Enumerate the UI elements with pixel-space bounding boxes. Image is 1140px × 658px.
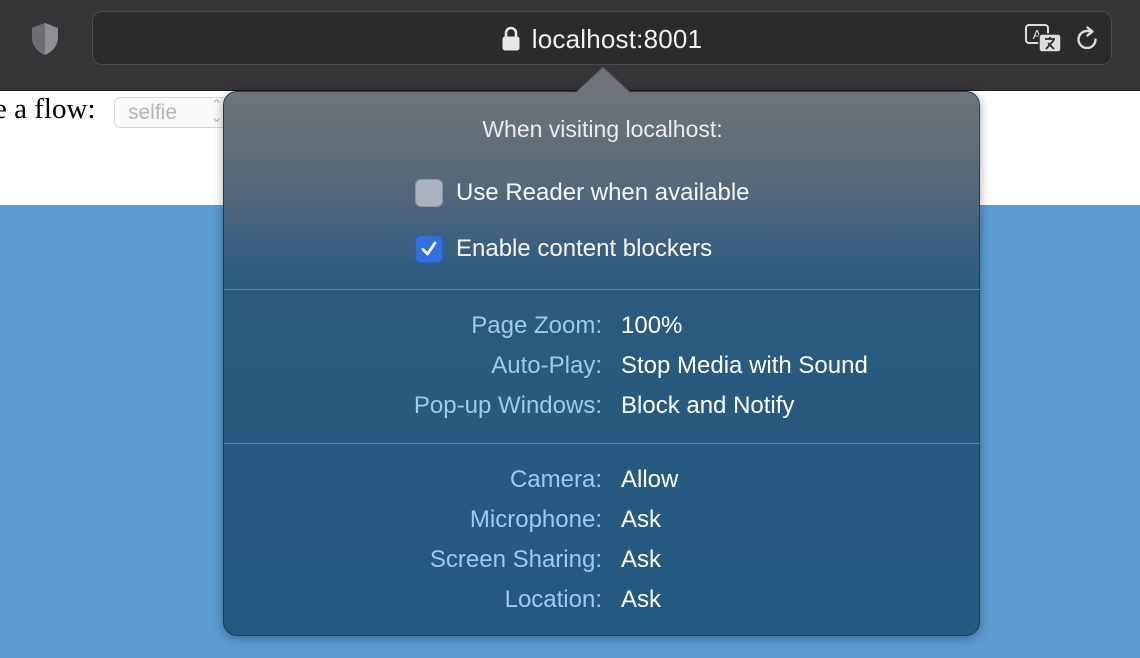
content-blockers-checkbox-label: Enable content blockers (456, 235, 713, 262)
flow-select-value: selfie (128, 101, 178, 124)
auto-play-value[interactable]: Stop Media with Sound (621, 352, 868, 380)
site-settings-popover: When visiting localhost: Use Reader when… (223, 91, 981, 636)
reader-checkbox-label: Use Reader when available (456, 179, 750, 206)
setting-row-popup-windows: Pop-up Windows: Block and Notify (224, 392, 981, 424)
flow-select[interactable]: selfie ⌃ ⌄ (114, 97, 232, 128)
location-value[interactable]: Ask (621, 586, 661, 614)
section-divider (224, 443, 981, 444)
permission-label: Screen Sharing: (429, 546, 602, 573)
address-bar[interactable]: localhost:8001 A (92, 11, 1112, 65)
url-text[interactable]: localhost:8001 (532, 24, 702, 55)
setting-label: Auto-Play: (491, 352, 602, 379)
permission-row-location: Location: Ask (224, 586, 981, 618)
browser-toolbar: localhost:8001 A (0, 0, 1140, 91)
popover-arrow (575, 66, 631, 94)
content-blockers-checkbox[interactable] (415, 235, 443, 263)
section-divider (224, 289, 981, 290)
popover-title: When visiting localhost: (482, 116, 723, 142)
reload-icon[interactable] (1073, 25, 1101, 53)
permission-label: Camera: (509, 466, 602, 493)
camera-value[interactable]: Allow (621, 466, 678, 494)
chevron-updown-icon: ⌃ ⌄ (210, 97, 223, 126)
permission-label: Microphone: (469, 506, 602, 533)
setting-label: Page Zoom: (471, 312, 602, 339)
translate-icon[interactable]: A (1025, 24, 1063, 54)
reader-checkbox[interactable] (415, 179, 443, 207)
reader-checkbox-row[interactable]: Use Reader when available (415, 178, 750, 208)
screen-sharing-value[interactable]: Ask (621, 546, 661, 574)
shield-icon[interactable] (30, 22, 60, 56)
permission-row-microphone: Microphone: Ask (224, 506, 981, 538)
popup-windows-value[interactable]: Block and Notify (621, 392, 794, 420)
page-zoom-value[interactable]: 100% (621, 312, 682, 340)
permission-row-screen-sharing: Screen Sharing: Ask (224, 546, 981, 578)
setting-label: Pop-up Windows: (413, 392, 602, 419)
lock-icon (502, 26, 520, 51)
setting-row-page-zoom: Page Zoom: 100% (224, 312, 981, 344)
setting-row-auto-play: Auto-Play: Stop Media with Sound (224, 352, 981, 384)
content-blockers-checkbox-row[interactable]: Enable content blockers (415, 234, 712, 264)
permission-label: Location: (504, 586, 602, 613)
flow-label: e a flow: (0, 93, 96, 125)
microphone-value[interactable]: Ask (621, 506, 661, 534)
permission-row-camera: Camera: Allow (224, 466, 981, 498)
checkmark-icon (421, 241, 437, 256)
